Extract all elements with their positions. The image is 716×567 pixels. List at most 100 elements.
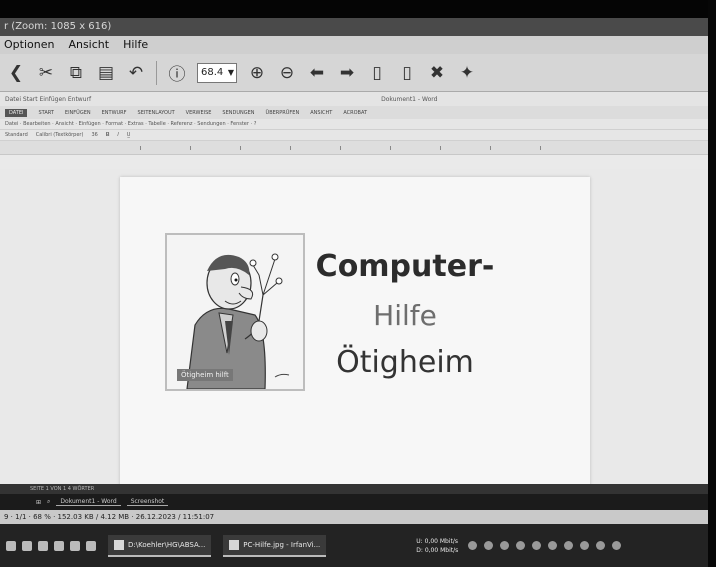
cartoon-image[interactable]: Ötigheim hilft (165, 233, 305, 391)
window-title-bar: r (Zoom: 1085 x 616) (0, 18, 708, 36)
word-menu-row: Datei · Bearbeiten · Ansicht · Einfügen … (0, 119, 708, 130)
app-icon[interactable] (86, 540, 96, 551)
taskbar-item-explorer[interactable]: D:\Koehler\HG\ABSA... (108, 534, 212, 557)
tab-seitenlayout[interactable]: SEITENLAYOUT (138, 110, 175, 116)
pinned-apps (0, 540, 96, 551)
zoom-in-icon[interactable]: ⊕ (247, 62, 267, 84)
menu-optionen[interactable]: Optionen (4, 38, 54, 54)
status-text: 9 · 1/1 · 68 % · 152.03 KB / 4.12 MB · 2… (4, 513, 215, 521)
app-icon[interactable] (38, 540, 48, 551)
last-page-icon[interactable]: ▯ (397, 62, 417, 84)
headline-oetigheim: Ötigheim (336, 345, 474, 380)
monitor-bezel-top (0, 0, 716, 18)
tab-acrobat[interactable]: ACROBAT (343, 110, 367, 116)
zoom-value: 68.4 (201, 67, 224, 78)
document-canvas: Ötigheim hilft Computer- Hilfe Ötigheim (0, 169, 708, 487)
ruler-tick (340, 146, 341, 150)
app-icon[interactable] (6, 540, 16, 551)
tray-icon[interactable] (532, 541, 542, 550)
tray-icon[interactable] (516, 541, 526, 550)
app-icon[interactable] (70, 540, 80, 551)
tab-ansicht[interactable]: ANSICHT (310, 110, 332, 116)
tray-icon[interactable] (564, 541, 574, 550)
word-doc-title: Dokument1 - Word (381, 95, 438, 103)
font-size-select[interactable]: 36 (91, 132, 97, 138)
system-tray (468, 541, 622, 550)
headline-hilfe: Hilfe (373, 299, 437, 332)
download-rate: D: 0,00 Mbit/s (416, 546, 459, 554)
word-title-bar: Datei Start Einfügen Entwurf Dokument1 -… (0, 92, 708, 106)
tray-icon[interactable] (500, 541, 510, 550)
italic-icon[interactable]: 𝐼 (117, 132, 118, 138)
undo-icon[interactable]: ↶ (126, 62, 146, 84)
prev-icon[interactable]: ❮ (6, 62, 26, 84)
tab-datei[interactable]: DATEI (5, 108, 28, 117)
font-select[interactable]: Calibri (Textkörper) (36, 132, 84, 138)
tab-entwurf[interactable]: ENTWURF (102, 110, 127, 116)
window-title: r (Zoom: 1085 x 616) (4, 21, 112, 32)
word-classic-menu: Datei · Bearbeiten · Ansicht · Einfügen … (5, 121, 257, 127)
word-format-row: Standard Calibri (Textkörper) 36 𝐁 𝐼 U̲ (0, 130, 708, 141)
ruler-tick (240, 146, 241, 150)
tab-sendungen[interactable]: SENDUNGEN (222, 110, 254, 116)
app-icon[interactable] (54, 540, 64, 551)
ruler-tick (490, 146, 491, 150)
cartoon-man-illustration (167, 235, 303, 389)
tools-icon[interactable]: ✖ (427, 62, 447, 84)
toolbar-separator (156, 60, 157, 85)
document-page[interactable]: Ötigheim hilft Computer- Hilfe Ötigheim (120, 177, 590, 487)
copy-icon[interactable]: ⧉ (66, 62, 86, 84)
info-icon[interactable]: ⓘ (167, 62, 187, 85)
chevron-down-icon[interactable]: ▼ (228, 68, 236, 77)
app-icon[interactable] (22, 540, 32, 551)
toolbar: ❮ ✂ ⧉ ▤ ↶ ⓘ 68.4 ▼ ⊕ ⊖ ⬅ ➡ ▯ ▯ ✖ ✦ (0, 54, 708, 92)
network-meter: U: 0,00 Mbit/s D: 0,00 Mbit/s (416, 537, 458, 555)
tab-ueberpruefen[interactable]: ÜBERPRÜFEN (266, 110, 300, 116)
ruler-tick (290, 146, 291, 150)
tray-icon[interactable] (484, 541, 494, 550)
underline-icon[interactable]: U̲ (127, 132, 131, 138)
irfanview-icon (229, 539, 240, 550)
tray-icon[interactable] (468, 541, 478, 550)
taskbar-item-label: PC-Hilfe.jpg - IrfanVi... (243, 540, 321, 549)
style-select[interactable]: Standard (5, 132, 28, 138)
word-status-bar: SEITE 1 VON 1 4 WÖRTER (0, 484, 708, 494)
ruler-tick (140, 146, 141, 150)
folder-icon (114, 539, 124, 550)
tray-icon[interactable] (580, 541, 590, 550)
tab-einfuegen[interactable]: EINFÜGEN (65, 110, 91, 116)
status-bar: 9 · 1/1 · 68 % · 152.03 KB / 4.12 MB · 2… (0, 510, 708, 524)
windows-icon: ⊞ (36, 498, 42, 506)
photo-caption: Ötigheim hilft (177, 369, 233, 381)
irfanview-logo-icon[interactable]: ✦ (457, 62, 477, 84)
menu-bar: Optionen Ansicht Hilfe (0, 36, 708, 54)
zoom-input[interactable]: 68.4 ▼ (197, 62, 237, 83)
taskbar-item-label: D:\Koehler\HG\ABSA... (128, 540, 206, 549)
tab-verweise[interactable]: VERWEISE (186, 110, 212, 116)
tray-icon[interactable] (596, 541, 606, 550)
monitor-bezel-right (708, 0, 716, 567)
word-ribbon-tabs: DATEI START EINFÜGEN ENTWURF SEITENLAYOU… (0, 106, 708, 119)
ruler-tick (440, 146, 441, 150)
cut-icon[interactable]: ✂ (36, 62, 56, 84)
taskbar-item-irfanview[interactable]: PC-Hilfe.jpg - IrfanVi... (223, 534, 327, 557)
inner-task-word: Dokument1 - Word (56, 498, 121, 506)
headline-computer: Computer- (315, 249, 495, 284)
menu-hilfe[interactable]: Hilfe (123, 38, 148, 54)
tab-start[interactable]: START (38, 110, 53, 116)
bold-icon[interactable]: 𝐁 (106, 132, 110, 138)
paste-icon[interactable]: ▤ (96, 62, 116, 84)
ruler (0, 141, 708, 155)
word-quick-access: Datei Start Einfügen Entwurf (5, 95, 92, 103)
previous-image-icon[interactable]: ⬅ (307, 62, 327, 84)
next-image-icon[interactable]: ➡ (337, 62, 357, 84)
word-screenshot: Datei Start Einfügen Entwurf Dokument1 -… (0, 92, 708, 487)
menu-ansicht[interactable]: Ansicht (68, 38, 109, 54)
search-icon: ⌕ (47, 498, 51, 505)
first-page-icon[interactable]: ▯ (367, 62, 387, 84)
zoom-out-icon[interactable]: ⊖ (277, 62, 297, 84)
tray-icon[interactable] (548, 541, 558, 550)
tray-icon[interactable] (612, 541, 622, 550)
ruler-tick (540, 146, 541, 150)
inner-task-screenshot: Screenshot (126, 498, 169, 506)
